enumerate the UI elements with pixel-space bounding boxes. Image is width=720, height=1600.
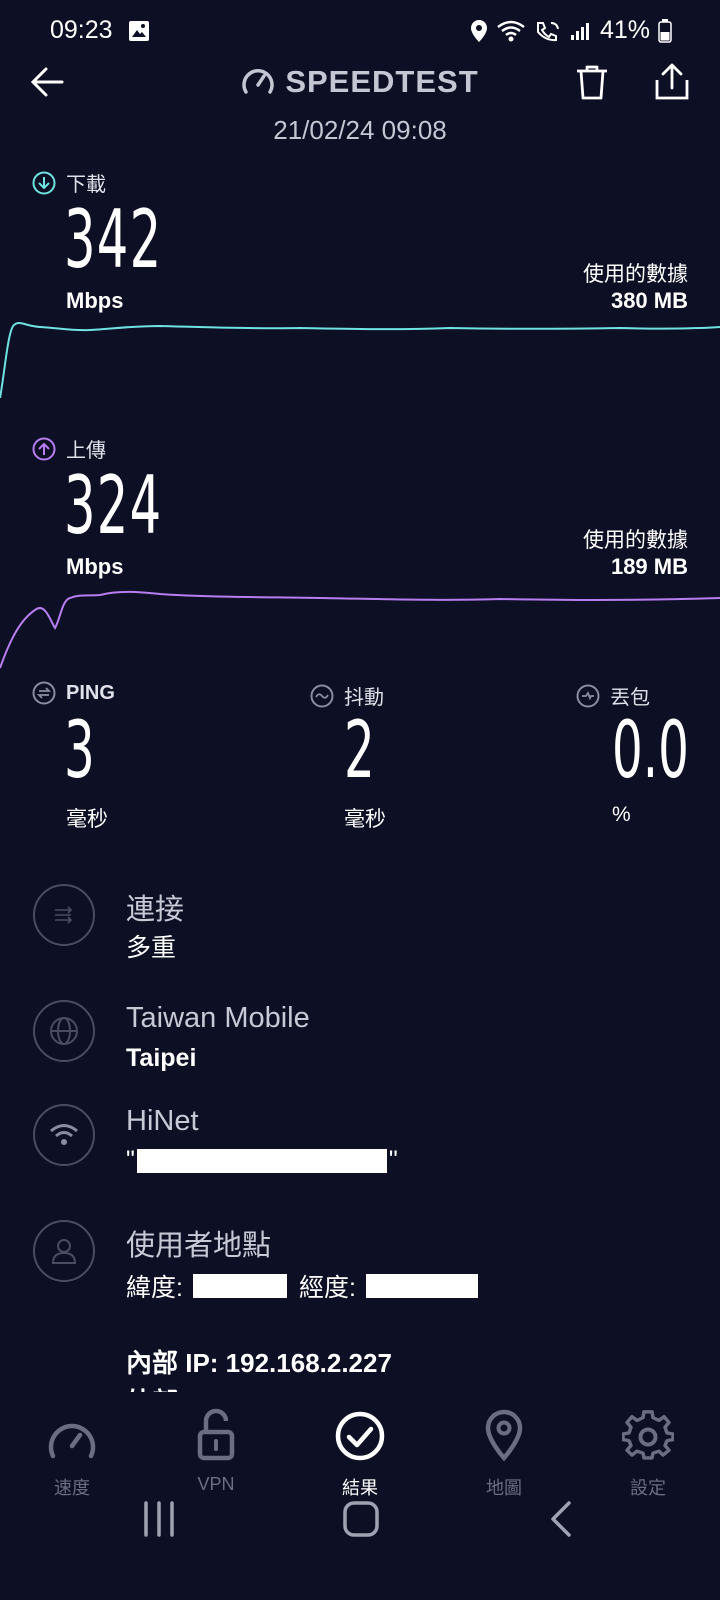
user-coordinates: 緯度: 經度: xyxy=(126,1268,478,1304)
nav-vpn[interactable]: VPN xyxy=(166,1404,266,1495)
speedometer-icon xyxy=(48,1423,96,1459)
latitude-label: 緯度: xyxy=(126,1274,183,1302)
jitter-icon xyxy=(310,684,334,707)
jitter-unit: 毫秒 xyxy=(344,808,386,831)
download-graph xyxy=(0,322,720,399)
check-circle-icon xyxy=(335,1411,385,1461)
provider-name: Taiwan Mobile xyxy=(126,1002,310,1034)
packet-loss-icon xyxy=(576,684,600,707)
upload-graph xyxy=(0,590,720,669)
location-icon xyxy=(470,19,488,43)
status-time: 09:23 xyxy=(50,16,113,44)
gear-icon xyxy=(622,1410,674,1460)
system-back-button[interactable] xyxy=(548,1500,574,1543)
network-ssid: " " xyxy=(126,1146,398,1174)
jitter-value: 2 xyxy=(344,706,375,796)
globe-icon xyxy=(50,1017,78,1045)
map-pin-icon xyxy=(485,1409,523,1462)
multi-connection-icon xyxy=(55,906,73,924)
recent-apps-icon xyxy=(144,1501,174,1537)
ping-value: 3 xyxy=(64,706,95,796)
connection-icon-circle xyxy=(33,884,95,946)
user-icon xyxy=(51,1239,77,1264)
packet-loss-unit: % xyxy=(612,803,631,826)
ping-icon xyxy=(32,681,56,705)
battery-percent: 41% xyxy=(599,16,650,44)
brand-title: SPEEDTEST xyxy=(0,64,720,100)
delete-button[interactable] xyxy=(572,62,612,102)
user-location-title: 使用者地點 xyxy=(126,1230,272,1262)
location-icon-circle xyxy=(33,1220,95,1282)
home-button[interactable] xyxy=(342,1500,380,1543)
nav-speed[interactable]: 速度 xyxy=(22,1404,122,1500)
provider-icon-circle xyxy=(33,1000,95,1062)
upload-data-used-value: 189 MB xyxy=(610,554,688,579)
wifi-icon xyxy=(50,1124,78,1145)
upload-speed: 324 xyxy=(64,459,163,552)
packet-loss-value: 0.0 xyxy=(612,706,689,796)
share-icon xyxy=(655,63,689,100)
connection-type: 多重 xyxy=(126,934,177,962)
battery-icon xyxy=(658,18,672,43)
recent-apps-button[interactable] xyxy=(142,1500,176,1543)
wifi-calling-icon xyxy=(534,20,562,42)
redacted-longitude xyxy=(365,1274,478,1298)
network-name: HiNet xyxy=(126,1105,199,1137)
home-icon xyxy=(343,1501,379,1537)
network-icon-circle xyxy=(33,1104,95,1166)
lock-icon xyxy=(197,1408,235,1461)
share-button[interactable] xyxy=(652,62,692,102)
download-data-used-label: 使用的數據 xyxy=(583,263,688,286)
download-arrow-icon xyxy=(32,171,56,194)
test-date: 21/02/24 09:08 xyxy=(273,115,447,145)
nav-results[interactable]: 結果 xyxy=(310,1404,410,1500)
upload-arrow-icon xyxy=(32,437,56,460)
upload-data-used-label: 使用的數據 xyxy=(583,529,688,552)
chevron-left-icon xyxy=(551,1501,571,1537)
connection-title: 連接 xyxy=(126,894,185,926)
redacted-latitude xyxy=(192,1274,287,1298)
signal-icon xyxy=(570,21,592,41)
upload-unit: Mbps xyxy=(66,554,124,579)
trash-icon xyxy=(577,65,607,100)
wifi-icon xyxy=(496,20,526,42)
longitude-label: 經度: xyxy=(298,1274,356,1302)
download-speed: 342 xyxy=(64,193,163,286)
external-ip-clip: 外部 IP: 59.127.102.137 xyxy=(0,1380,720,1392)
brand-text: SPEEDTEST xyxy=(285,64,479,99)
speedometer-icon xyxy=(242,69,275,94)
image-icon xyxy=(128,20,150,47)
status-icons: 41% xyxy=(470,16,672,45)
nav-settings[interactable]: 設定 xyxy=(598,1404,698,1500)
internal-ip: 內部 IP: 192.168.2.227 xyxy=(126,1348,392,1378)
ping-unit: 毫秒 xyxy=(66,808,108,831)
ping-label: PING xyxy=(32,681,115,705)
redacted-ssid xyxy=(136,1148,387,1173)
nav-map[interactable]: 地圖 xyxy=(454,1404,554,1500)
provider-city: Taipei xyxy=(126,1044,197,1072)
external-ip: 外部 IP: 59.127.102.137 xyxy=(126,1382,406,1392)
